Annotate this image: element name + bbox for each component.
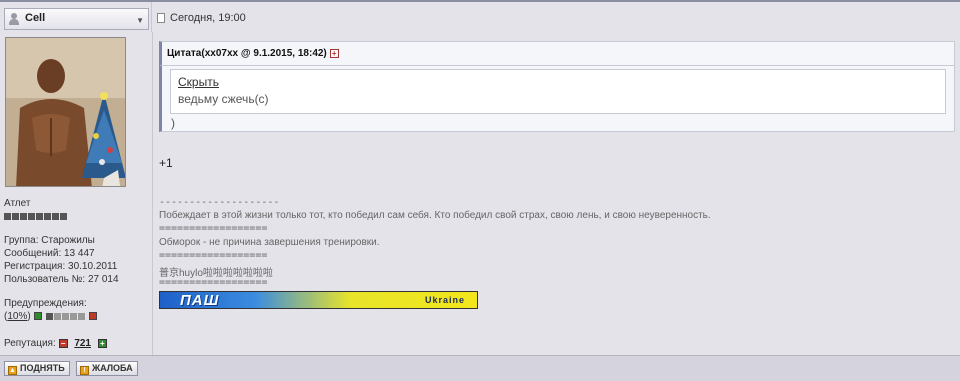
user-rank: Атлет (4, 198, 31, 209)
rank-pip (12, 213, 19, 220)
rank-pip (4, 213, 11, 220)
chevron-down-icon[interactable]: ▼ (136, 16, 144, 25)
user-messages: Сообщений: 13 447 (4, 248, 95, 259)
warning-pip (46, 312, 54, 320)
warning-level-pips (45, 311, 86, 322)
arrow-up-icon: ▲ (8, 366, 17, 375)
warning-pip (54, 312, 62, 320)
report-button[interactable]: ! ЖАЛОБА (76, 361, 138, 376)
signature-banner[interactable]: ПАШ Ukraine (159, 291, 478, 309)
warning-increase-button[interactable] (89, 312, 98, 321)
signature-separator: ================== (159, 250, 268, 261)
raise-button-label: ПОДНЯТЬ (20, 363, 65, 373)
quote-text: ведьму сжечь(с) (178, 92, 269, 106)
user-icon (8, 12, 20, 26)
signature-separator: -------------------- (159, 197, 280, 208)
reputation-minus-button[interactable]: − (58, 338, 68, 348)
rank-pip (60, 213, 67, 220)
reputation-label: Репутация: (4, 338, 56, 349)
exclamation-icon: ! (80, 366, 89, 375)
rank-pip (36, 213, 43, 220)
user-group: Группа: Старожилы (4, 235, 95, 246)
warnings-percent[interactable]: 10% (7, 311, 27, 322)
post-text: +1 (159, 156, 173, 170)
post-meta-header: Сегодня, 19:00 (153, 2, 960, 32)
post-body: Цитата(xx07xx @ 9.1.2015, 18:42) + Скрыть… (154, 32, 960, 355)
signature-line: Обморок - не причина завершения трениров… (159, 237, 380, 248)
report-button-label: ЖАЛОБА (92, 363, 133, 373)
signature-separator: ================== (159, 277, 268, 288)
avatar[interactable] (5, 37, 126, 187)
rank-pip (20, 213, 27, 220)
rank-pip (44, 213, 51, 220)
warning-pip (70, 312, 78, 320)
signature-line: Побеждает в этой жизни только тот, кто п… (159, 210, 711, 221)
raise-button[interactable]: ▲ ПОДНЯТЬ (4, 361, 70, 376)
banner-logo: ПАШ (180, 292, 220, 309)
banner-country: Ukraine (424, 295, 465, 305)
reputation-value[interactable]: 721 (74, 338, 91, 349)
user-info-column: Атлет Группа: Старожилы Сообщений: 13 44… (0, 32, 153, 355)
warnings-label: Предупреждения: (4, 298, 87, 309)
signature-separator: ================== (159, 223, 268, 234)
user-number: Пользователь №: 27 014 (4, 274, 119, 285)
quote-block: Скрыть ведьму сжечь(с) ) (159, 66, 955, 132)
post-actions-bar: ▲ ПОДНЯТЬ ! ЖАЛОБА (0, 355, 960, 381)
warnings-row: (10%) (4, 311, 98, 322)
quote-close-paren: ) (171, 116, 175, 130)
spoiler-box: Скрыть ведьму сжечь(с) (170, 69, 946, 114)
rank-pips (4, 211, 68, 223)
user-registered: Регистрация: 30.10.2011 (4, 261, 118, 272)
reputation-row: Репутация: − 721 + (4, 338, 107, 349)
spoiler-hide-link[interactable]: Скрыть (178, 75, 219, 89)
rank-pip (52, 213, 59, 220)
expand-quote-icon[interactable]: + (329, 48, 339, 58)
warning-pip (78, 312, 86, 320)
username-menu[interactable]: Cell ▼ (4, 8, 149, 30)
document-icon (157, 13, 165, 23)
rank-pip (28, 213, 35, 220)
post-container: Cell ▼ Сегодня, 19:00 Атлет Группа: Стар… (0, 0, 960, 381)
reputation-plus-button[interactable]: + (97, 338, 107, 348)
quote-title-text: Цитата(xx07xx @ 9.1.2015, 18:42) (167, 48, 327, 59)
post-author-header: Cell ▼ (0, 2, 152, 32)
quote-title: Цитата(xx07xx @ 9.1.2015, 18:42) + (167, 48, 339, 59)
quote-header: Цитата(xx07xx @ 9.1.2015, 18:42) + (159, 41, 955, 66)
warning-decrease-button[interactable] (34, 312, 43, 321)
warning-pip (62, 312, 70, 320)
post-date: Сегодня, 19:00 (170, 12, 246, 24)
username[interactable]: Cell (25, 12, 45, 24)
